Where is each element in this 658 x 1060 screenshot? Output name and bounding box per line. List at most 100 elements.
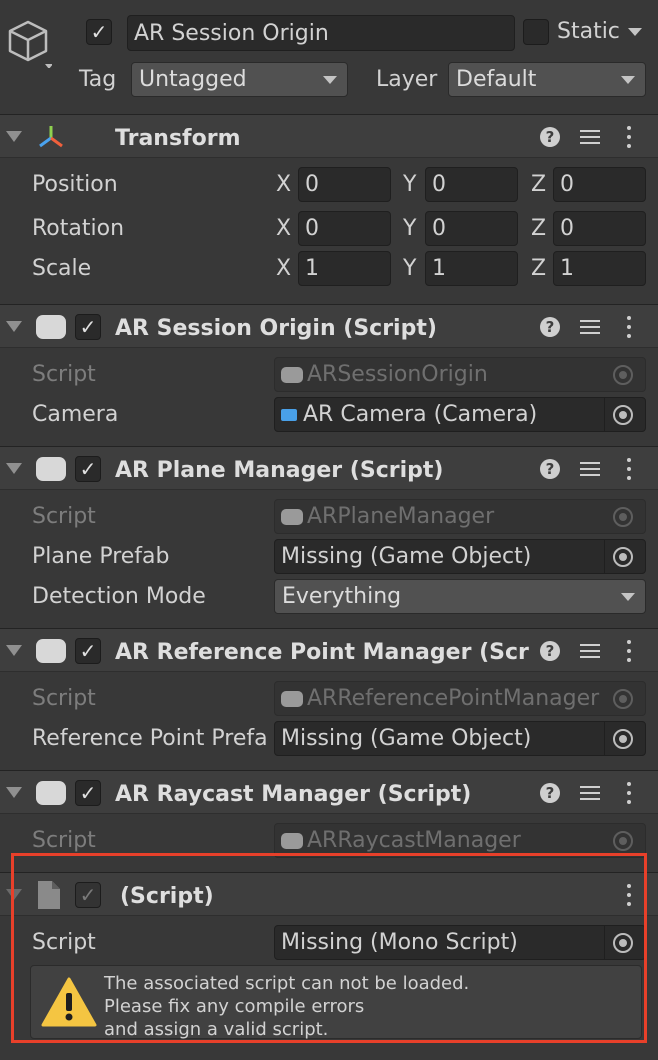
rotation-x-value: 0 xyxy=(305,216,319,241)
ar-raycast-manager-header[interactable]: ✓ AR Raycast Manager (Script) ? xyxy=(0,770,658,814)
tag-label: Tag xyxy=(79,67,117,92)
static-label: Static xyxy=(557,19,620,44)
object-picker-icon[interactable] xyxy=(613,728,633,749)
scale-x-field[interactable]: 1 xyxy=(298,251,391,286)
foldout-arrow-icon[interactable] xyxy=(6,463,22,474)
scale-x-label[interactable]: X xyxy=(276,258,291,280)
position-y-field[interactable]: 0 xyxy=(425,167,518,202)
position-x-field[interactable]: 0 xyxy=(298,167,391,202)
presets-icon[interactable] xyxy=(580,641,600,661)
help-icon[interactable]: ? xyxy=(540,641,560,661)
presets-icon[interactable] xyxy=(580,317,600,337)
foldout-arrow-icon[interactable] xyxy=(6,131,22,142)
position-x-label[interactable]: X xyxy=(276,174,291,196)
highlight-box xyxy=(11,853,647,1043)
component-enabled-checkbox[interactable]: ✓ xyxy=(75,456,101,482)
static-checkbox[interactable]: ✓ xyxy=(523,19,549,45)
transform-title: Transform xyxy=(115,126,241,151)
component-menu-icon[interactable] xyxy=(626,316,632,338)
ar-plane-manager-title: AR Plane Manager (Script) xyxy=(115,458,444,483)
script-file-icon xyxy=(281,366,303,383)
object-picker-icon xyxy=(613,830,633,851)
presets-icon[interactable] xyxy=(580,783,600,803)
foldout-arrow-icon[interactable] xyxy=(6,645,22,656)
rotation-z-label[interactable]: Z xyxy=(531,218,546,240)
presets-icon[interactable] xyxy=(580,459,600,479)
reference-point-prefab-label: Reference Point Prefa xyxy=(32,728,268,750)
scale-z-field[interactable]: 1 xyxy=(553,251,646,286)
position-z-value: 0 xyxy=(560,172,574,197)
layer-value: Default xyxy=(456,67,537,92)
detection-mode-label: Detection Mode xyxy=(32,584,206,609)
rotation-z-field[interactable]: 0 xyxy=(553,211,646,246)
layer-label: Layer xyxy=(376,67,438,92)
position-x-value: 0 xyxy=(305,172,319,197)
rotation-y-label[interactable]: Y xyxy=(403,218,416,240)
script-label: Script xyxy=(32,504,96,529)
rotation-x-label[interactable]: X xyxy=(276,218,291,240)
camera-icon xyxy=(281,408,297,421)
ar-plane-manager-header[interactable]: ✓ AR Plane Manager (Script) ? xyxy=(0,446,658,490)
component-enabled-checkbox[interactable]: ✓ xyxy=(75,780,101,806)
gameobject-name-field[interactable]: AR Session Origin xyxy=(127,15,515,51)
help-icon[interactable]: ? xyxy=(540,127,560,147)
ar-reference-point-manager-header[interactable]: ✓ AR Reference Point Manager (Scrip ? xyxy=(0,628,658,672)
scale-z-value: 1 xyxy=(560,256,574,281)
component-menu-icon[interactable] xyxy=(626,126,632,148)
scale-x-value: 1 xyxy=(305,256,319,281)
position-label: Position xyxy=(32,172,118,197)
position-z-label[interactable]: Z xyxy=(531,174,546,196)
layer-dropdown[interactable]: Default xyxy=(448,62,646,97)
position-z-field[interactable]: 0 xyxy=(553,167,646,202)
gameobject-name: AR Session Origin xyxy=(134,20,329,46)
camera-field[interactable]: AR Camera (Camera) xyxy=(274,397,646,432)
component-menu-icon[interactable] xyxy=(626,458,632,480)
detection-mode-value: Everything xyxy=(282,584,402,609)
component-enabled-checkbox[interactable]: ✓ xyxy=(75,314,101,340)
ar-session-origin-header[interactable]: ✓ AR Session Origin (Script) ? xyxy=(0,304,658,348)
rotation-y-field[interactable]: 0 xyxy=(425,211,518,246)
rotation-x-field[interactable]: 0 xyxy=(298,211,391,246)
ar-raycast-manager-title: AR Raycast Manager (Script) xyxy=(115,782,472,807)
object-picker-icon[interactable] xyxy=(613,546,633,567)
rotation-z-value: 0 xyxy=(560,216,574,241)
active-checkbox[interactable]: ✓ xyxy=(86,19,112,45)
script-component-icon xyxy=(36,639,66,663)
position-y-label[interactable]: Y xyxy=(403,174,416,196)
plane-prefab-field[interactable]: Missing (Game Object) xyxy=(274,539,646,574)
rotation-label: Rotation xyxy=(32,216,125,241)
camera-value: AR Camera (Camera) xyxy=(303,402,538,427)
help-icon[interactable]: ? xyxy=(540,317,560,337)
script-component-icon xyxy=(36,315,66,339)
script-label: Script xyxy=(32,686,96,711)
plane-prefab-value: Missing (Game Object) xyxy=(281,544,532,569)
tag-dropdown[interactable]: Untagged xyxy=(131,62,348,97)
component-enabled-checkbox[interactable]: ✓ xyxy=(75,638,101,664)
object-picker-icon[interactable] xyxy=(613,404,633,425)
script-value: ARRaycastManager xyxy=(307,828,521,853)
help-icon[interactable]: ? xyxy=(540,459,560,479)
help-icon[interactable]: ? xyxy=(540,783,560,803)
foldout-arrow-icon[interactable] xyxy=(6,321,22,332)
transform-header[interactable]: Transform ? xyxy=(0,114,658,158)
presets-icon[interactable] xyxy=(580,127,600,147)
scale-y-field[interactable]: 1 xyxy=(425,251,518,286)
foldout-arrow-icon[interactable] xyxy=(6,787,22,798)
scale-z-label[interactable]: Z xyxy=(531,258,546,280)
component-menu-icon[interactable] xyxy=(626,640,632,662)
script-field: ARReferencePointManager xyxy=(274,681,646,716)
object-picker-icon xyxy=(613,364,633,385)
component-menu-icon[interactable] xyxy=(626,782,632,804)
scale-y-value: 1 xyxy=(432,256,446,281)
camera-label: Camera xyxy=(32,402,119,427)
transform-icon xyxy=(36,123,66,151)
scale-label: Scale xyxy=(32,256,92,281)
static-dropdown-caret[interactable] xyxy=(628,28,642,36)
script-label: Script xyxy=(32,828,96,853)
script-component-icon xyxy=(36,781,66,805)
scale-y-label[interactable]: Y xyxy=(403,258,416,280)
reference-point-prefab-field[interactable]: Missing (Game Object) xyxy=(274,721,646,756)
script-value: ARSessionOrigin xyxy=(307,362,488,387)
gameobject-icon[interactable] xyxy=(8,18,53,69)
detection-mode-dropdown[interactable]: Everything xyxy=(274,579,646,614)
